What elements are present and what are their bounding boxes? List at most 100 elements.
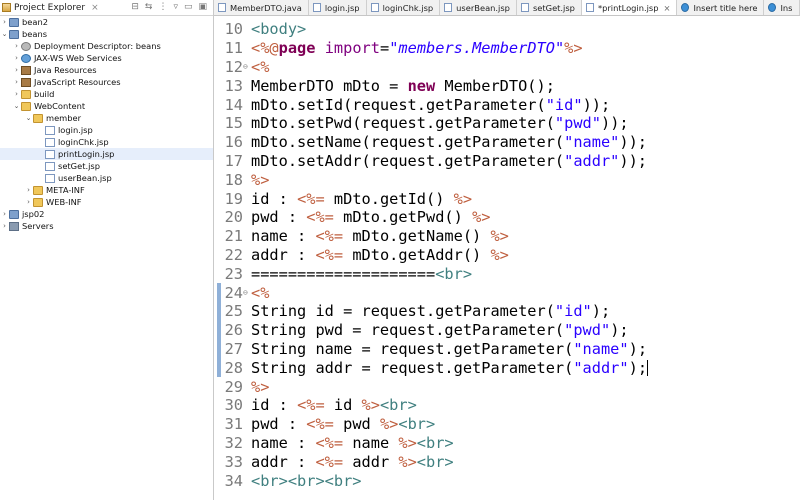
tree-item[interactable]: › META-INF bbox=[0, 184, 213, 196]
collapse-arrow-icon[interactable]: ⌄ bbox=[12, 102, 21, 110]
code-line[interactable]: 18 %> bbox=[214, 170, 800, 189]
folder-icon bbox=[33, 185, 43, 195]
code-line[interactable]: 20 pwd : <%= mDto.getPwd() %> bbox=[214, 208, 800, 227]
code-line[interactable]: 29 %> bbox=[214, 377, 800, 396]
expand-arrow-icon[interactable]: › bbox=[24, 186, 33, 194]
expand-arrow-icon[interactable]: › bbox=[0, 210, 9, 218]
project-explorer-title[interactable]: Project Explorer bbox=[14, 3, 85, 13]
code-line[interactable]: 21 name : <%= mDto.getName() %> bbox=[214, 227, 800, 246]
line-number: 22 bbox=[224, 245, 243, 264]
code-text: %> bbox=[251, 171, 269, 189]
editor-tab-bar: MemberDTO.java login.jsp loginChk.jsp userB… bbox=[214, 0, 800, 16]
code-line[interactable]: 28 String addr = request.getParameter("ad… bbox=[214, 358, 800, 377]
editor-tab[interactable]: userBean.jsp bbox=[440, 0, 517, 15]
expand-arrow-icon[interactable]: › bbox=[12, 66, 21, 74]
code-token: pwd : bbox=[251, 415, 307, 434]
expand-arrow-icon[interactable]: › bbox=[0, 222, 9, 230]
code-line[interactable]: 23 ====================<br> bbox=[214, 264, 800, 283]
file-icon bbox=[370, 3, 379, 12]
tree-item[interactable]: userBean.jsp bbox=[0, 172, 213, 184]
fold-toggle-icon[interactable]: ⊖ bbox=[243, 62, 251, 71]
code-line[interactable]: 24 ⊖ <% bbox=[214, 283, 800, 302]
close-icon[interactable]: ⨯ bbox=[91, 3, 99, 13]
tree-item[interactable]: › JavaScript Resources bbox=[0, 76, 213, 88]
code-line[interactable]: 14 mDto.setId(request.getParameter("id"))… bbox=[214, 95, 800, 114]
code-line[interactable]: 16 mDto.setName(request.getParameter("nam… bbox=[214, 133, 800, 152]
code-line[interactable]: 13 MemberDTO mDto = new MemberDTO(); bbox=[214, 76, 800, 95]
collapse-arrow-icon[interactable]: ⌄ bbox=[0, 30, 9, 38]
code-line[interactable]: 27 String name = request.getParameter("na… bbox=[214, 340, 800, 359]
code-token: = bbox=[379, 39, 390, 58]
code-line[interactable]: 26 String pwd = request.getParameter("pwd… bbox=[214, 321, 800, 340]
code-text: String pwd = request.getParameter("pwd")… bbox=[251, 321, 629, 339]
tree-item[interactable]: › WEB-INF bbox=[0, 196, 213, 208]
code-line[interactable]: 19 id : <%= mDto.getId() %> bbox=[214, 189, 800, 208]
tree-item[interactable]: ⌄ beans bbox=[0, 28, 213, 40]
filter-icon[interactable]: ⋮ bbox=[158, 2, 167, 12]
code-line[interactable]: 17 mDto.setAddr(request.getParameter("add… bbox=[214, 152, 800, 171]
tree-item[interactable]: setGet.jsp bbox=[0, 160, 213, 172]
expand-arrow-icon[interactable]: › bbox=[24, 198, 33, 206]
code-line[interactable]: 33 addr : <%= addr %><br> bbox=[214, 452, 800, 471]
code-line[interactable]: 12 ⊖ <% bbox=[214, 58, 800, 77]
expand-arrow-icon[interactable]: › bbox=[12, 42, 21, 50]
editor-tab[interactable]: MemberDTO.java bbox=[214, 0, 309, 15]
line-number: 14 bbox=[224, 95, 243, 114]
code-token: <%= bbox=[297, 189, 325, 208]
link-with-editor-icon[interactable]: ⇆ bbox=[145, 2, 153, 12]
editor-tab[interactable]: Insert title here bbox=[677, 0, 765, 15]
code-line[interactable]: 15 mDto.setPwd(request.getParameter("pwd"… bbox=[214, 114, 800, 133]
tree-item[interactable]: › Deployment Descriptor: beans bbox=[0, 40, 213, 52]
web-icon bbox=[21, 53, 31, 63]
expand-arrow-icon[interactable]: › bbox=[12, 78, 21, 86]
tree-item[interactable]: › build bbox=[0, 88, 213, 100]
code-token: %> bbox=[564, 39, 583, 58]
collapse-all-icon[interactable]: ⊟ bbox=[131, 2, 139, 12]
code-token: %> bbox=[398, 452, 417, 471]
minimize-icon[interactable]: ▭ bbox=[184, 2, 193, 12]
tree-item[interactable]: login.jsp bbox=[0, 124, 213, 136]
collapse-arrow-icon[interactable]: ⌄ bbox=[24, 114, 33, 122]
code-line[interactable]: 31 pwd : <%= pwd %><br> bbox=[214, 415, 800, 434]
file-icon bbox=[585, 3, 594, 12]
code-line[interactable]: 32 name : <%= name %><br> bbox=[214, 434, 800, 453]
code-token: <br> bbox=[435, 264, 473, 283]
expand-arrow-icon[interactable]: › bbox=[0, 18, 9, 26]
code-line[interactable]: 25 String id = request.getParameter("id")… bbox=[214, 302, 800, 321]
code-line[interactable]: 11 <%@page import="members.MemberDTO"%> bbox=[214, 39, 800, 58]
maximize-icon[interactable]: ▣ bbox=[198, 2, 207, 12]
code-line[interactable]: 34 <br><br><br> bbox=[214, 471, 800, 490]
view-menu-icon[interactable]: ▿ bbox=[173, 2, 178, 12]
editor-tab[interactable]: setGet.jsp bbox=[517, 0, 582, 15]
tree-item[interactable]: › Servers bbox=[0, 220, 213, 232]
tree-item[interactable]: › JAX-WS Web Services bbox=[0, 52, 213, 64]
code-line[interactable]: 22 addr : <%= mDto.getAddr() %> bbox=[214, 246, 800, 265]
expand-arrow-icon[interactable]: › bbox=[12, 90, 21, 98]
editor-tab[interactable]: Ins bbox=[764, 0, 800, 15]
explorer-toolbar: ⊟ ⇆ ⋮ ▿ ▭ ▣ bbox=[131, 2, 207, 12]
code-line[interactable]: 30 id : <%= id %><br> bbox=[214, 396, 800, 415]
code-text: name : <%= name %><br> bbox=[251, 434, 454, 452]
code-token: mDto.setPwd(request.getParameter( bbox=[251, 114, 555, 133]
tree-item[interactable]: › jsp02 bbox=[0, 208, 213, 220]
tree-item[interactable]: loginChk.jsp bbox=[0, 136, 213, 148]
code-token: %> bbox=[490, 245, 509, 264]
editor-tab[interactable]: login.jsp bbox=[309, 0, 367, 15]
expand-arrow-icon[interactable]: › bbox=[12, 54, 21, 62]
editor-tab[interactable]: loginChk.jsp bbox=[367, 0, 441, 15]
code-token: "addr" bbox=[564, 151, 620, 170]
code-editor[interactable]: 10 <body> 11 <%@page import="members.Member… bbox=[214, 16, 800, 500]
editor-tab[interactable]: *printLogin.jsp ⨯ bbox=[581, 0, 678, 15]
tree-item[interactable]: › Java Resources bbox=[0, 64, 213, 76]
code-token: <br> bbox=[416, 433, 454, 452]
fold-toggle-icon[interactable]: ⊖ bbox=[243, 288, 251, 297]
tree-item[interactable]: ⌄ WebContent bbox=[0, 100, 213, 112]
code-line[interactable]: 10 <body> bbox=[214, 20, 800, 39]
change-marker bbox=[217, 283, 221, 378]
tree-item[interactable]: › bean2 bbox=[0, 16, 213, 28]
code-token: "id" bbox=[545, 95, 583, 114]
close-tab-icon[interactable]: ⨯ bbox=[664, 3, 671, 13]
code-text: mDto.setPwd(request.getParameter("pwd"))… bbox=[251, 114, 629, 132]
tree-item[interactable]: ⌄ member bbox=[0, 112, 213, 124]
tree-item[interactable]: printLogin.jsp bbox=[0, 148, 213, 160]
